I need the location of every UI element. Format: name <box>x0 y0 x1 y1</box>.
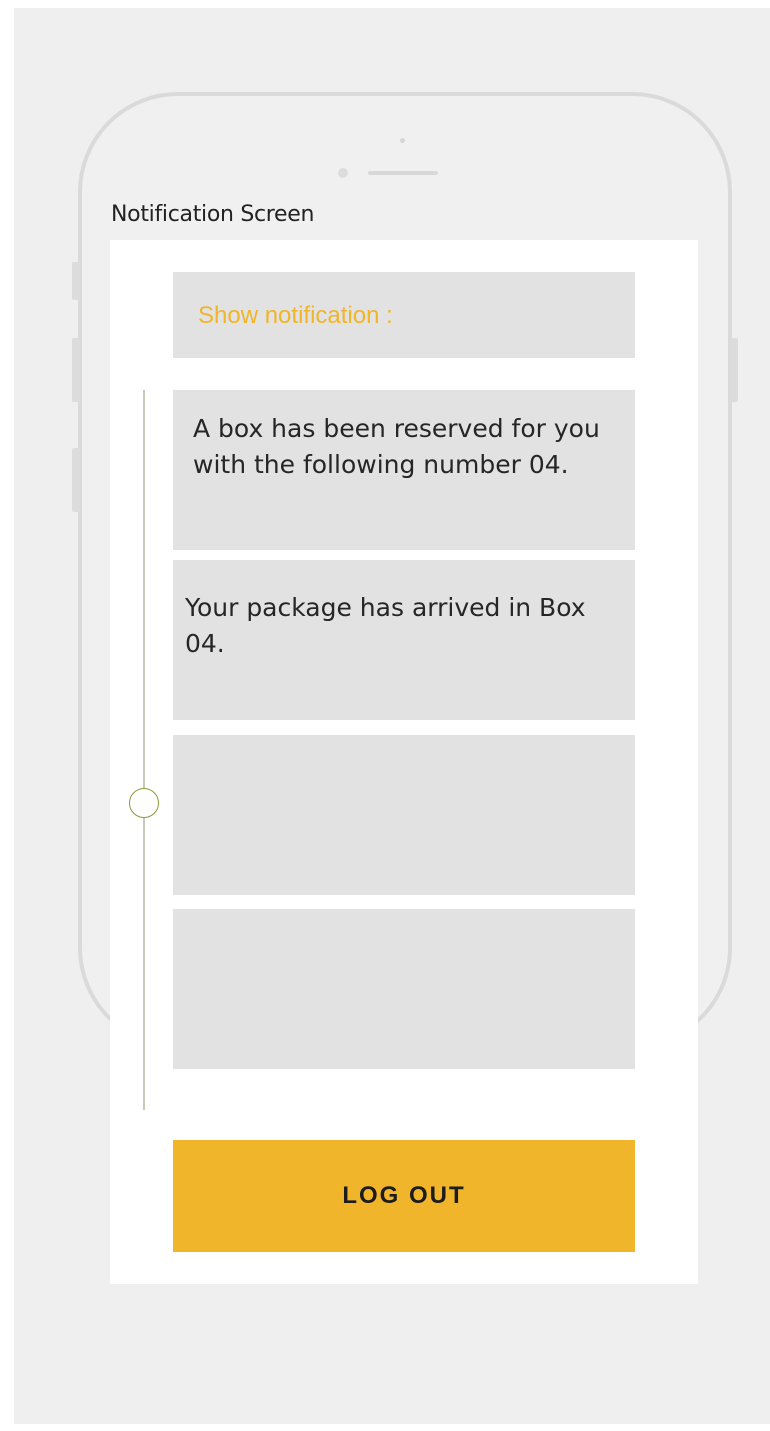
notification-header: Show notification : <box>173 272 635 358</box>
notification-card-empty[interactable] <box>173 909 635 1069</box>
phone-volume-down-button <box>72 448 80 512</box>
notification-card[interactable]: Your package has arrived in Box 04. <box>173 560 635 720</box>
notification-card[interactable]: A box has been reserved for you with the… <box>173 390 635 550</box>
screen-title: Notification Screen <box>111 202 315 227</box>
phone-side-button <box>72 262 80 300</box>
scrollbar-track[interactable] <box>143 390 145 1110</box>
logout-button[interactable]: LOG OUT <box>173 1140 635 1252</box>
notification-text: A box has been reserved for you with the… <box>193 414 600 479</box>
phone-power-button <box>730 338 738 402</box>
sensor-icon <box>338 168 348 178</box>
scrollbar-thumb[interactable] <box>129 788 159 818</box>
notification-card-empty[interactable] <box>173 735 635 895</box>
notification-header-label: Show notification : <box>198 302 393 329</box>
notification-text: Your package has arrived in Box 04. <box>185 593 586 658</box>
phone-volume-up-button <box>72 338 80 402</box>
speaker-grille <box>368 171 438 175</box>
camera-icon <box>400 138 405 143</box>
